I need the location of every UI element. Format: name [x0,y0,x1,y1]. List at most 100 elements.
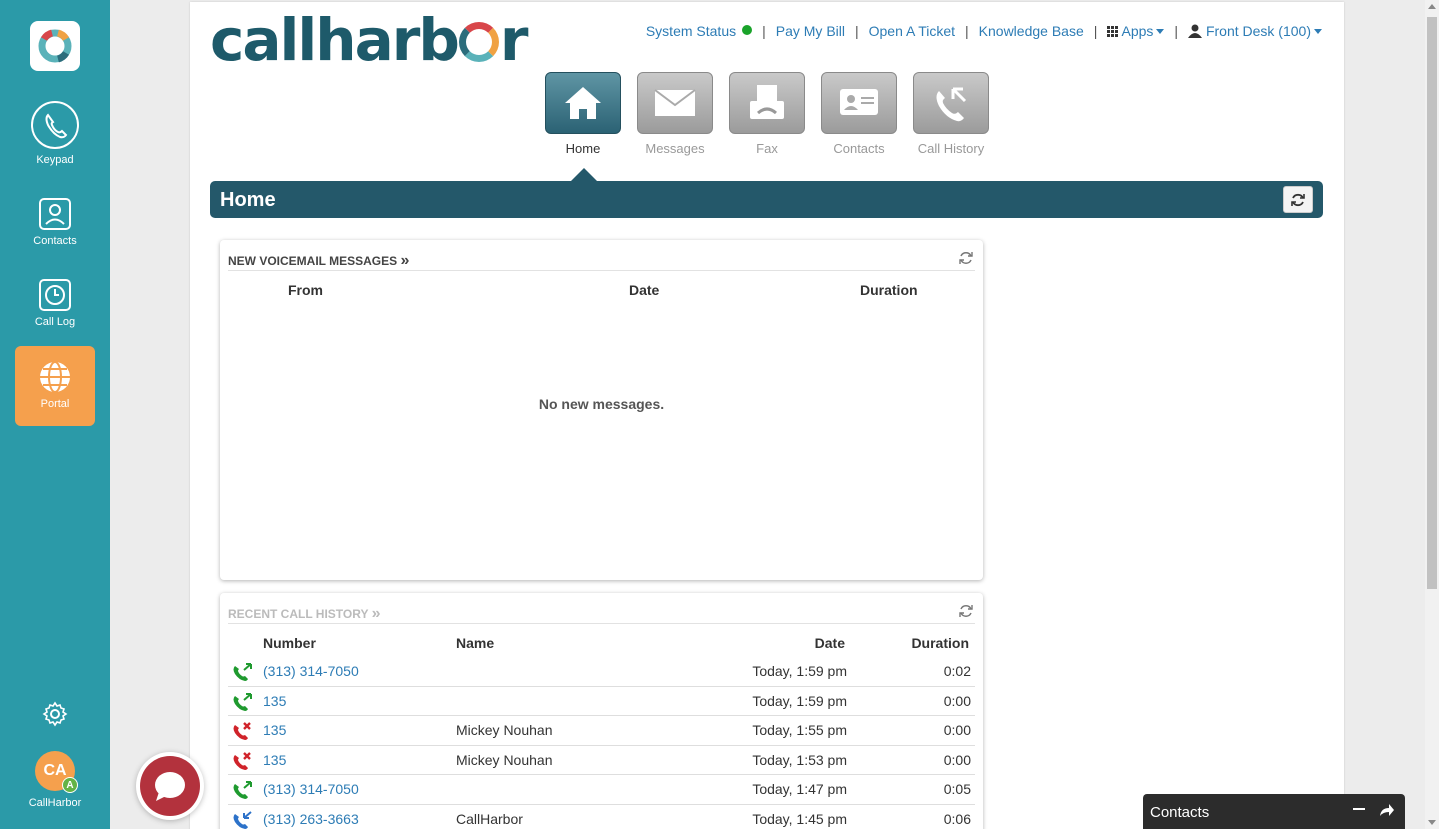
refresh-icon[interactable] [959,251,973,265]
chat-button[interactable] [136,752,204,820]
tab-fax[interactable]: Fax [729,72,805,156]
rail-keypad[interactable]: Keypad [15,100,95,180]
clock-icon [39,279,71,311]
rail-contacts-label: Contacts [33,235,77,247]
call-history-title-link[interactable]: RECENT CALL HISTORY » [228,605,381,623]
apps-menu[interactable]: Apps [1107,23,1165,39]
call-date: Today, 1:59 pm [752,663,847,679]
table-row[interactable]: 135 Mickey Nouhan Today, 1:55 pm 0:00 [228,716,975,746]
chevron-down-icon [1156,29,1165,34]
double-chevron-right-icon: » [371,605,381,622]
home-icon [565,87,601,119]
call-number-link[interactable]: 135 [263,693,286,709]
call-history-col-name[interactable]: Name [456,635,494,651]
scroll-thumb[interactable] [1427,17,1437,589]
tab-call-history[interactable]: Call History [913,72,989,156]
tab-call-history-box [913,72,989,134]
call-number-link[interactable]: 135 [263,722,286,738]
knowledge-base-link[interactable]: Knowledge Base [979,23,1084,39]
system-status-label: System Status [645,23,737,39]
empty-state-message: No new messages. [538,396,665,412]
call-duration: 0:05 [943,781,971,798]
call-history-col-number[interactable]: Number [263,635,316,651]
call-duration: 0:00 [943,692,971,709]
page-header-bar: Home [210,181,1323,218]
avatar[interactable]: CA A [35,751,78,793]
phone-icon [31,101,79,149]
rail-portal[interactable]: Portal [15,346,95,426]
call-number-link[interactable]: (313) 314-7050 [263,781,359,797]
table-row[interactable]: (313) 314-7050 Today, 1:59 pm 0:02 [228,657,975,687]
call-duration: 0:00 [943,751,971,768]
voicemail-col-from[interactable]: From [288,282,323,298]
call-duration: 0:00 [943,722,971,739]
table-row[interactable]: (313) 263-3663 CallHarbor Today, 1:45 pm 0:… [228,805,975,829]
presence-badge: A [62,777,78,793]
nav-separator: | [1093,23,1098,39]
rail-portal-label: Portal [40,398,70,410]
table-row[interactable]: 135 Mickey Nouhan Today, 1:53 pm 0:00 [228,746,975,776]
tab-fax-box [729,72,805,134]
tab-contacts-label: Contacts [833,141,885,156]
chat-button-inner [140,756,200,816]
tab-home[interactable]: Home [545,72,621,156]
rail-call-log-label: Call Log [34,316,76,328]
tab-home-box [545,72,621,134]
tab-messages[interactable]: Messages [637,72,713,156]
contact-card-icon [840,89,878,115]
system-status-link[interactable]: System Status [645,23,753,39]
contacts-dock-title: Contacts [1150,804,1210,821]
voicemail-title-link[interactable]: NEW VOICEMAIL MESSAGES » [228,252,409,270]
rail-contacts[interactable]: Contacts [15,197,95,277]
call-history-title: RECENT CALL HISTORY [228,607,369,621]
refresh-icon[interactable] [959,604,973,618]
call-name: Mickey Nouhan [456,751,553,768]
scroll-up-icon[interactable] [1428,4,1436,9]
user-menu[interactable]: Front Desk (100) [1188,23,1322,39]
brand-o-icon [458,22,499,62]
pay-bill-link[interactable]: Pay My Bill [776,23,845,39]
brand-logo[interactable]: callharb r [210,10,528,70]
table-row[interactable]: (313) 314-7050 Today, 1:47 pm 0:05 [228,775,975,805]
call-history-col-duration[interactable]: Duration [911,635,969,651]
call-number-link[interactable]: (313) 263-3663 [263,811,359,827]
minimize-icon[interactable] [1353,808,1365,810]
call-number-link[interactable]: (313) 314-7050 [263,663,359,679]
voicemail-card-header: NEW VOICEMAIL MESSAGES » [228,240,975,271]
gear-icon[interactable] [42,701,68,727]
refresh-icon [1291,193,1305,206]
top-navigation: System Status | Pay My Bill | Open A Tic… [646,23,1322,39]
tab-call-history-label: Call History [917,141,985,156]
voicemail-title: NEW VOICEMAIL MESSAGES [228,254,398,268]
nav-separator: | [854,23,859,39]
call-history-col-date[interactable]: Date [815,635,845,651]
voicemail-col-duration[interactable]: Duration [860,282,918,298]
nav-separator: | [965,23,969,39]
chevron-down-icon [1314,29,1322,34]
user-label: Front Desk (100) [1205,23,1311,39]
contacts-dock[interactable]: Contacts [1143,794,1405,829]
voicemail-card: NEW VOICEMAIL MESSAGES » From Date Durat… [220,240,983,580]
scroll-down-icon[interactable] [1428,820,1436,825]
share-arrow-icon[interactable] [1379,803,1395,817]
rail-keypad-label: Keypad [36,154,74,166]
left-rail: Keypad Contacts Call Log Portal CA A Cal… [0,0,110,829]
open-ticket-link[interactable]: Open A Ticket [869,23,955,39]
avatar-initials: CA [43,762,67,779]
call-date: Today, 1:55 pm [752,722,847,739]
call-number-link[interactable]: 135 [263,752,286,768]
page-scrollbar[interactable] [1425,0,1439,829]
tab-messages-label: Messages [645,141,705,156]
user-icon [1188,24,1203,38]
call-duration: 0:06 [943,811,971,827]
tab-contacts[interactable]: Contacts [821,72,897,156]
app-logo[interactable] [30,21,80,71]
refresh-button[interactable] [1283,186,1313,213]
envelope-icon [654,89,696,116]
voicemail-col-date[interactable]: Date [629,282,659,298]
call-duration: 0:02 [943,663,971,679]
call-date: Today, 1:53 pm [752,751,847,768]
table-row[interactable]: 135 Today, 1:59 pm 0:00 [228,687,975,717]
chat-bubble-icon [155,772,185,801]
call-history-card-header: RECENT CALL HISTORY » [228,593,975,624]
